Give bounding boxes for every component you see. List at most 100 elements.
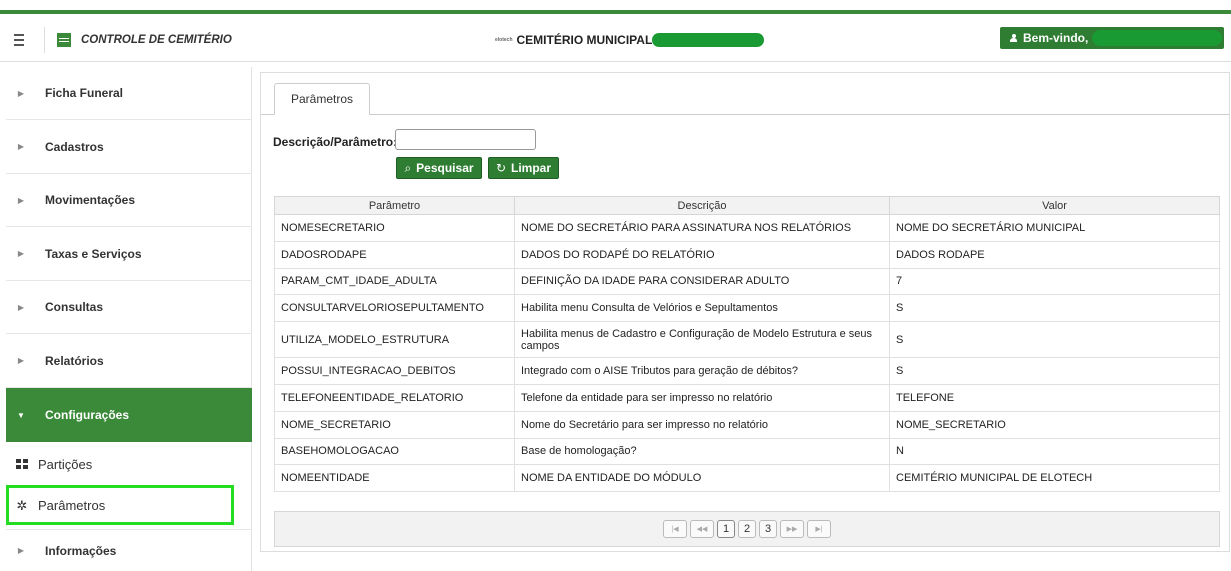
table-row[interactable]: TELEFONEENTIDADE_RELATORIO Telefone da en… — [274, 384, 1220, 412]
chevron-right-icon: ▶ — [17, 546, 25, 555]
header: CONTROLE DE CEMITÉRIO elotech CEMITÉRIO … — [0, 18, 1231, 62]
cell-parametro: NOMEENTIDADE — [274, 464, 515, 493]
cell-descricao: NOME DA ENTIDADE DO MÓDULO — [514, 464, 890, 493]
table-row[interactable]: POSSUI_INTEGRACAO_DEBITOS Integrado com o… — [274, 357, 1220, 385]
sidebar-item-label: Cadastros — [45, 139, 104, 154]
elotech-logo: elotech — [495, 37, 513, 43]
cell-valor: NOME_SECRETARIO — [889, 411, 1220, 439]
sidebar-item-label: Configurações — [45, 408, 130, 422]
cell-descricao: DADOS DO RODAPÉ DO RELATÓRIO — [514, 241, 890, 269]
table-header-row: Parâmetro Descrição Valor — [274, 196, 1220, 215]
search-label: Descrição/Parâmetro: — [273, 135, 398, 149]
prev-page-button[interactable]: ◀◀ — [690, 520, 714, 538]
cell-parametro: DADOSRODAPE — [274, 241, 515, 269]
cell-descricao: NOME DO SECRETÁRIO PARA ASSINATURA NOS R… — [514, 214, 890, 242]
cell-parametro: PARAM_CMT_IDADE_ADULTA — [274, 268, 515, 296]
cell-descricao: Nome do Secretário para ser impresso no … — [514, 411, 890, 439]
cell-valor: NOME DO SECRETÁRIO MUNICIPAL — [889, 214, 1220, 242]
table-row[interactable]: NOME_SECRETARIO Nome do Secretário para s… — [274, 411, 1220, 439]
cell-valor: S — [889, 321, 1220, 359]
next-page-button[interactable]: ▶▶ — [780, 520, 804, 538]
cell-descricao: Integrado com o AISE Tributos para geraç… — [514, 357, 890, 385]
parameters-table: Parâmetro Descrição Valor NOMESECRETARIO… — [274, 196, 1220, 493]
column-header-parametro[interactable]: Parâmetro — [274, 196, 515, 215]
chevron-right-icon: ▶ — [17, 142, 25, 151]
cell-descricao: Habilita menu Consulta de Velórios e Sep… — [514, 294, 890, 323]
column-header-descricao[interactable]: Descrição — [514, 196, 890, 215]
clear-button[interactable]: ↻ Limpar — [488, 157, 559, 179]
sidebar-item-consultas[interactable]: ▶ Consultas — [6, 281, 252, 334]
grid-icon — [16, 459, 28, 469]
chevron-down-icon: ▼ — [17, 410, 25, 420]
table-row[interactable]: CONSULTARVELORIOSEPULTAMENTO Habilita men… — [274, 294, 1220, 323]
menu-icon[interactable] — [14, 33, 32, 46]
welcome-text: Bem-vindo, — [1023, 31, 1089, 45]
table-row[interactable]: PARAM_CMT_IDADE_ADULTA DEFINIÇÃO DA IDADE… — [274, 268, 1220, 296]
table-row[interactable]: BASEHOMOLOGACAO Base de homologação? N — [274, 438, 1220, 466]
redacted-entity-name — [652, 33, 765, 47]
top-accent-bar — [0, 0, 1231, 14]
page-1-button[interactable]: 1 — [717, 520, 735, 538]
app-title: CONTROLE DE CEMITÉRIO — [81, 33, 232, 46]
welcome-button[interactable]: Bem-vindo, — [1000, 27, 1224, 49]
parameters-panel: Parâmetros Descrição/Parâmetro: ⌕ Pesqui… — [260, 72, 1230, 552]
sidebar-item-cadastros[interactable]: ▶ Cadastros — [6, 120, 252, 174]
sidebar-item-movimentacoes[interactable]: ▶ Movimentações — [6, 174, 252, 227]
table-row[interactable]: UTILIZA_MODELO_ESTRUTURA Habilita menus d… — [274, 321, 1220, 359]
page-3-button[interactable]: 3 — [759, 520, 777, 538]
cell-parametro: CONSULTARVELORIOSEPULTAMENTO — [274, 294, 515, 323]
chevron-right-icon: ▶ — [17, 356, 25, 365]
sidebar: ▶ Ficha Funeral ▶ Cadastros ▶ Movimentaç… — [0, 67, 252, 571]
search-icon: ⌕ — [404, 160, 412, 175]
redacted-username — [1092, 30, 1223, 46]
sidebar-item-label: Informações — [45, 543, 117, 558]
last-page-button[interactable]: ▶| — [807, 520, 831, 538]
chevron-right-icon: ▶ — [17, 88, 25, 98]
cell-parametro: POSSUI_INTEGRACAO_DEBITOS — [274, 357, 515, 385]
sidebar-subitem-parametros[interactable]: ✲ Parâmetros — [6, 485, 234, 525]
sidebar-item-configuracoes[interactable]: ▼ Configurações — [6, 388, 252, 442]
cell-parametro: NOME_SECRETARIO — [274, 411, 515, 439]
sidebar-subitem-particoes[interactable]: Partições — [6, 451, 234, 477]
cell-valor: 7 — [889, 268, 1220, 296]
sidebar-item-ficha-funeral[interactable]: ▶ Ficha Funeral — [6, 67, 252, 120]
sidebar-subitem-label: Parâmetros — [38, 497, 106, 513]
table-row[interactable]: DADOSRODAPE DADOS DO RODAPÉ DO RELATÓRIO D… — [274, 241, 1220, 269]
cell-descricao: DEFINIÇÃO DA IDADE PARA CONSIDERAR ADULT… — [514, 268, 890, 296]
entity-title: elotech CEMITÉRIO MUNICIPAL — [495, 33, 765, 47]
search-input[interactable] — [395, 129, 536, 150]
page-2-button[interactable]: 2 — [738, 520, 756, 538]
chevron-right-icon: ▶ — [17, 302, 25, 312]
cell-parametro: BASEHOMOLOGACAO — [274, 438, 515, 466]
cell-valor: N — [889, 438, 1220, 466]
clear-button-label: Limpar — [511, 161, 552, 175]
sidebar-item-informacoes[interactable]: ▶ Informações — [6, 529, 252, 571]
sidebar-item-taxas-servicos[interactable]: ▶ Taxas e Serviços — [6, 227, 252, 281]
cell-parametro: UTILIZA_MODELO_ESTRUTURA — [274, 321, 515, 359]
sidebar-item-label: Ficha Funeral — [45, 86, 124, 100]
sidebar-item-relatorios[interactable]: ▶ Relatórios — [6, 334, 252, 388]
table-row[interactable]: NOMEENTIDADE NOME DA ENTIDADE DO MÓDULO CE… — [274, 464, 1220, 493]
cell-descricao: Telefone da entidade para ser impresso n… — [514, 384, 890, 412]
cell-valor: S — [889, 294, 1220, 323]
sidebar-item-label: Relatórios — [45, 353, 104, 368]
chevron-right-icon: ▶ — [17, 195, 25, 205]
cell-parametro: TELEFONEENTIDADE_RELATORIO — [274, 384, 515, 412]
first-page-button[interactable]: |◀ — [663, 520, 687, 538]
calculator-icon — [57, 32, 71, 47]
cell-valor: DADOS RODAPE — [889, 241, 1220, 269]
cell-descricao: Habilita menus de Cadastro e Configuraçã… — [514, 321, 890, 359]
entity-title-text: CEMITÉRIO MUNICIPAL — [516, 33, 653, 47]
cell-valor: TELEFONE — [889, 384, 1220, 412]
user-icon — [1010, 34, 1017, 42]
cell-descricao: Base de homologação? — [514, 438, 890, 466]
gear-icon: ✲ — [16, 497, 28, 513]
table-row[interactable]: NOMESECRETARIO NOME DO SECRETÁRIO PARA AS… — [274, 214, 1220, 242]
cell-valor: S — [889, 357, 1220, 385]
cell-parametro: NOMESECRETARIO — [274, 214, 515, 242]
search-button[interactable]: ⌕ Pesquisar — [396, 157, 482, 179]
column-header-valor[interactable]: Valor — [889, 196, 1220, 215]
pagination: |◀ ◀◀ 1 2 3 ▶▶ ▶| — [274, 511, 1220, 547]
chevron-right-icon: ▶ — [17, 249, 25, 258]
tab-parametros[interactable]: Parâmetros — [274, 83, 370, 115]
